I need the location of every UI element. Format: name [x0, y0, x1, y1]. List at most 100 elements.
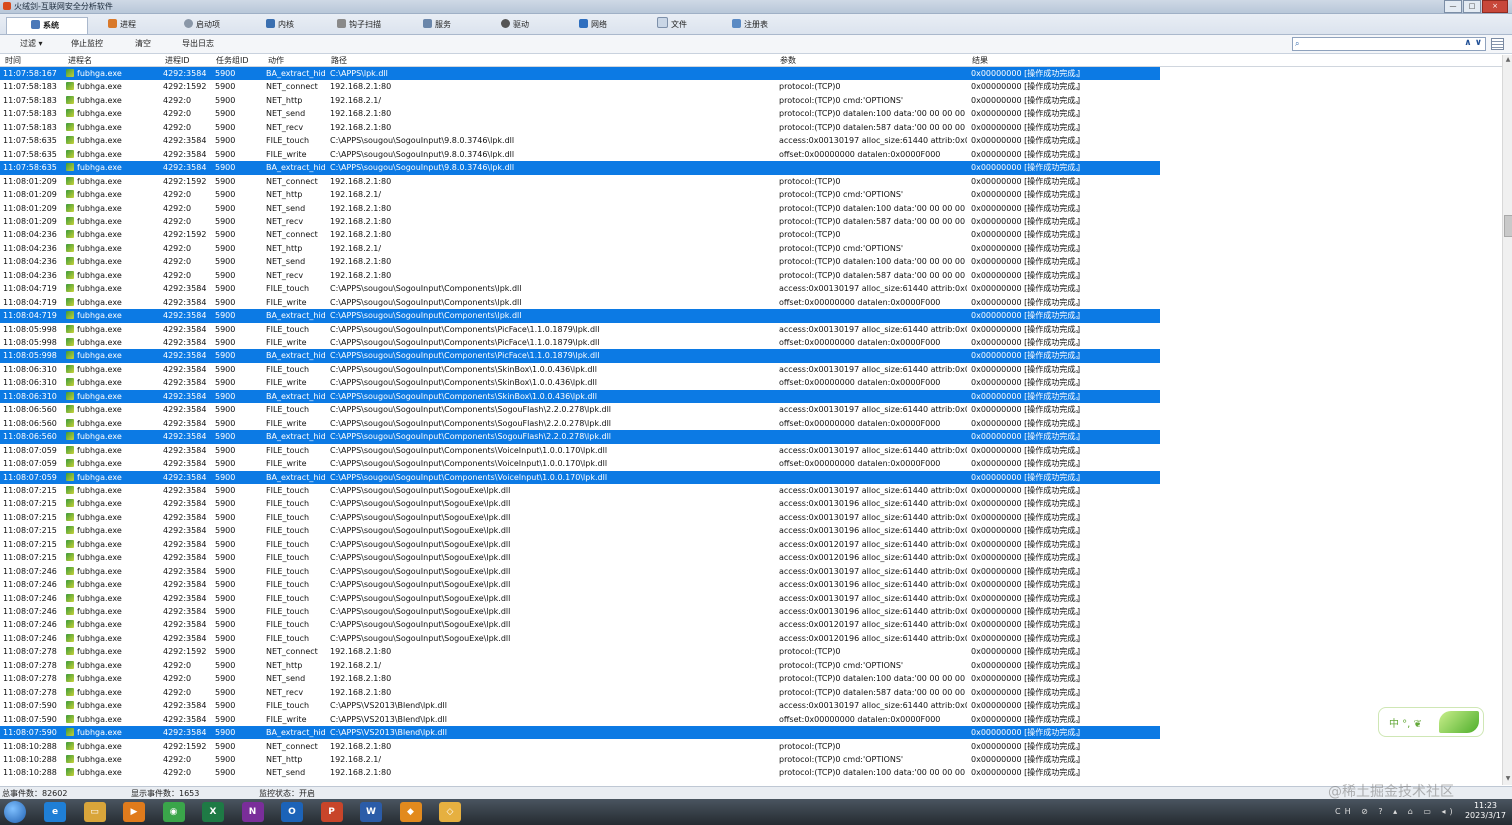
table-row[interactable]: 11:08:07:590 fubhga.exe 4292:3584 5900 FILE_… — [0, 713, 1160, 726]
table-row[interactable]: 11:08:07:278 fubhga.exe 4292:0 5900 NET_http… — [0, 659, 1160, 672]
start-button[interactable] — [4, 801, 26, 823]
table-row[interactable]: 11:08:07:246 fubhga.exe 4292:3584 5900 FILE_… — [0, 605, 1160, 618]
table-row[interactable]: 11:08:07:590 fubhga.exe 4292:3584 5900 FILE_… — [0, 699, 1160, 712]
stop-monitor-button[interactable]: 停止监控 — [71, 38, 103, 49]
table-row[interactable]: 11:08:07:215 fubhga.exe 4292:3584 5900 FILE_… — [0, 484, 1160, 497]
media-icon[interactable]: ▶ — [123, 802, 145, 822]
vertical-scrollbar[interactable]: ▲ ▼ — [1502, 55, 1512, 785]
search-input[interactable] — [1305, 38, 1445, 49]
table-row[interactable]: 11:08:07:246 fubhga.exe 4292:3584 5900 FILE_… — [0, 565, 1160, 578]
table-row[interactable]: 11:08:01:209 fubhga.exe 4292:1592 5900 NET_c… — [0, 175, 1160, 188]
tray-icons[interactable]: CH ⊘ ? ▴ ⌂ ▭ ◂) — [1335, 807, 1457, 816]
table-row[interactable]: 11:08:06:310 fubhga.exe 4292:3584 5900 FILE_… — [0, 376, 1160, 389]
table-row[interactable]: 11:08:04:236 fubhga.exe 4292:0 5900 NET_recv… — [0, 269, 1160, 282]
table-row[interactable]: 11:08:04:719 fubhga.exe 4292:3584 5900 FILE_… — [0, 296, 1160, 309]
table-row[interactable]: 11:07:58:167 fubhga.exe 4292:3584 5900 BA_ex… — [0, 67, 1160, 81]
tab-hook-scan[interactable]: 钩子扫描 — [337, 17, 413, 33]
table-row[interactable]: 11:07:58:635 fubhga.exe 4292:3584 5900 FILE_… — [0, 134, 1160, 147]
table-row[interactable]: 11:08:07:246 fubhga.exe 4292:3584 5900 FILE_… — [0, 592, 1160, 605]
tab-network[interactable]: 网络 — [579, 17, 655, 33]
powerpoint-icon[interactable]: P — [320, 802, 343, 822]
ime-toolbar[interactable]: 中 °, ❦ — [1378, 707, 1484, 737]
table-row[interactable]: 11:08:07:059 fubhga.exe 4292:3584 5900 FILE_… — [0, 457, 1160, 470]
table-row[interactable]: 11:08:07:590 fubhga.exe 4292:3584 5900 BA_ex… — [0, 726, 1160, 740]
minimize-button[interactable]: — — [1444, 0, 1462, 13]
table-row[interactable]: 11:08:06:310 fubhga.exe 4292:3584 5900 FILE_… — [0, 363, 1160, 376]
onenote-icon[interactable]: N — [241, 802, 264, 822]
table-row[interactable]: 11:08:07:215 fubhga.exe 4292:3584 5900 FILE_… — [0, 551, 1160, 564]
col-action[interactable]: 动作 — [268, 55, 284, 66]
tab-kernel[interactable]: 内核 — [266, 17, 342, 33]
outlook-icon[interactable]: O — [281, 802, 303, 822]
explorer-icon[interactable]: ▭ — [83, 802, 106, 822]
table-row[interactable]: 11:08:04:719 fubhga.exe 4292:3584 5900 FILE_… — [0, 282, 1160, 295]
excel-icon[interactable]: X — [202, 802, 224, 822]
table-row[interactable]: 11:08:10:288 fubhga.exe 4292:0 5900 NET_send… — [0, 766, 1160, 779]
scroll-up-icon[interactable]: ▲ — [1504, 56, 1512, 63]
table-row[interactable]: 11:08:07:215 fubhga.exe 4292:3584 5900 FILE_… — [0, 524, 1160, 537]
table-row[interactable]: 11:08:10:288 fubhga.exe 4292:0 5900 NET_http… — [0, 753, 1160, 766]
huorong-sword-icon[interactable]: ◇ — [439, 802, 461, 822]
table-row[interactable]: 11:07:58:183 fubhga.exe 4292:0 5900 NET_recv… — [0, 121, 1160, 134]
close-button[interactable]: × — [1482, 0, 1508, 13]
tab-startup[interactable]: 启动项 — [184, 17, 260, 33]
tab-process[interactable]: 进程 — [108, 17, 184, 33]
column-settings-icon[interactable] — [1491, 38, 1504, 50]
table-row[interactable]: 11:08:05:998 fubhga.exe 4292:3584 5900 BA_ex… — [0, 349, 1160, 363]
tab-service[interactable]: 服务 — [423, 17, 499, 33]
export-log-button[interactable]: 导出日志 — [182, 38, 214, 49]
col-path[interactable]: 路径 — [331, 55, 347, 66]
maximize-button[interactable]: □ — [1463, 0, 1481, 13]
table-row[interactable]: 11:08:07:278 fubhga.exe 4292:0 5900 NET_send… — [0, 672, 1160, 685]
word-icon[interactable]: W — [360, 802, 382, 822]
table-row[interactable]: 11:08:07:278 fubhga.exe 4292:0 5900 NET_recv… — [0, 686, 1160, 699]
tab-system[interactable]: 系统 — [6, 17, 88, 34]
table-row[interactable]: 11:08:06:560 fubhga.exe 4292:3584 5900 FILE_… — [0, 403, 1160, 416]
table-row[interactable]: 11:08:07:215 fubhga.exe 4292:3584 5900 FILE_… — [0, 497, 1160, 510]
table-row[interactable]: 11:07:58:635 fubhga.exe 4292:3584 5900 BA_ex… — [0, 161, 1160, 175]
table-row[interactable]: 11:08:07:246 fubhga.exe 4292:3584 5900 FILE_… — [0, 632, 1160, 645]
table-row[interactable]: 11:08:04:236 fubhga.exe 4292:0 5900 NET_send… — [0, 255, 1160, 268]
col-args[interactable]: 参数 — [780, 55, 796, 66]
table-row[interactable]: 11:08:04:236 fubhga.exe 4292:1592 5900 NET_c… — [0, 228, 1160, 241]
table-row[interactable]: 11:08:07:215 fubhga.exe 4292:3584 5900 FILE_… — [0, 511, 1160, 524]
chrome-icon[interactable]: ◉ — [162, 802, 185, 822]
table-row[interactable]: 11:08:07:059 fubhga.exe 4292:3584 5900 FILE_… — [0, 444, 1160, 457]
col-process[interactable]: 进程名 — [68, 55, 92, 66]
scroll-thumb[interactable] — [1504, 215, 1512, 237]
col-pid[interactable]: 进程ID — [165, 55, 190, 66]
tab-registry[interactable]: 注册表 — [732, 17, 808, 33]
tab-driver[interactable]: 驱动 — [501, 17, 577, 33]
table-row[interactable]: 11:07:58:183 fubhga.exe 4292:0 5900 NET_http… — [0, 94, 1160, 107]
col-tid[interactable]: 任务组ID — [216, 55, 249, 66]
table-row[interactable]: 11:08:04:236 fubhga.exe 4292:0 5900 NET_http… — [0, 242, 1160, 255]
table-row[interactable]: 11:08:07:246 fubhga.exe 4292:3584 5900 FILE_… — [0, 618, 1160, 631]
table-row[interactable]: 11:08:01:209 fubhga.exe 4292:0 5900 NET_send… — [0, 202, 1160, 215]
table-row[interactable]: 11:07:58:635 fubhga.exe 4292:3584 5900 FILE_… — [0, 148, 1160, 161]
scroll-down-icon[interactable]: ▼ — [1504, 775, 1512, 782]
tab-file[interactable]: 文件 — [657, 17, 733, 33]
search-prev-next-icon[interactable]: ∧ ∨ — [1464, 38, 1482, 48]
table-row[interactable]: 11:08:01:209 fubhga.exe 4292:0 5900 NET_recv… — [0, 215, 1160, 228]
clock[interactable]: 11:23 2023/3/17 — [1465, 801, 1506, 821]
col-time[interactable]: 时间 — [5, 55, 21, 66]
table-row[interactable]: 11:08:06:310 fubhga.exe 4292:3584 5900 BA_ex… — [0, 389, 1160, 404]
table-row[interactable]: 11:08:01:209 fubhga.exe 4292:0 5900 NET_http… — [0, 188, 1160, 201]
table-row[interactable]: 11:07:58:183 fubhga.exe 4292:0 5900 NET_send… — [0, 107, 1160, 120]
col-result[interactable]: 结果 — [972, 55, 988, 66]
table-row[interactable]: 11:08:04:719 fubhga.exe 4292:3584 5900 BA_ex… — [0, 309, 1160, 323]
table-row[interactable]: 11:08:06:560 fubhga.exe 4292:3584 5900 FILE_… — [0, 417, 1160, 430]
table-row[interactable]: 11:08:06:560 fubhga.exe 4292:3584 5900 BA_ex… — [0, 430, 1160, 444]
table-row[interactable]: 11:08:07:215 fubhga.exe 4292:3584 5900 FILE_… — [0, 538, 1160, 551]
table-row[interactable]: 11:08:07:246 fubhga.exe 4292:3584 5900 FILE_… — [0, 578, 1160, 591]
table-row[interactable]: 11:08:07:278 fubhga.exe 4292:1592 5900 NET_c… — [0, 645, 1160, 658]
table-row[interactable]: 11:08:05:998 fubhga.exe 4292:3584 5900 FILE_… — [0, 336, 1160, 349]
clear-button[interactable]: 清空 — [135, 38, 151, 49]
filter-button[interactable]: 过滤 ▾ — [20, 38, 43, 49]
huorong-icon[interactable]: ◆ — [399, 802, 422, 822]
table-row[interactable]: 11:07:58:183 fubhga.exe 4292:1592 5900 NET_c… — [0, 80, 1160, 93]
table-row[interactable]: 11:08:07:059 fubhga.exe 4292:3584 5900 BA_ex… — [0, 470, 1160, 484]
ie-icon[interactable]: e — [44, 802, 66, 822]
table-row[interactable]: 11:08:05:998 fubhga.exe 4292:3584 5900 FILE_… — [0, 323, 1160, 336]
table-row[interactable]: 11:08:10:288 fubhga.exe 4292:1592 5900 NET_c… — [0, 740, 1160, 753]
